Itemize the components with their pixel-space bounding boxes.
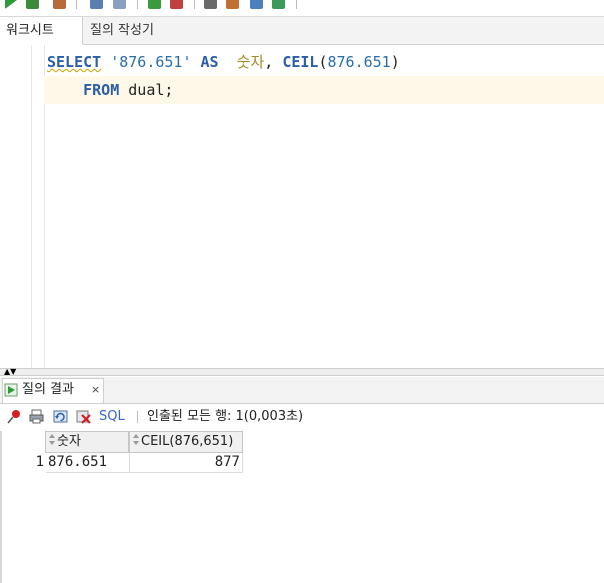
- history-icon[interactable]: [250, 0, 263, 9]
- sort-icon[interactable]: [133, 434, 139, 446]
- row-divider: [46, 472, 243, 473]
- sql-tuning-icon[interactable]: [204, 0, 217, 9]
- column-header-number[interactable]: 숫자: [45, 431, 129, 453]
- worksheet-toolbar: [0, 0, 604, 17]
- toolbar-separator: [296, 0, 297, 9]
- grid-cell[interactable]: 877: [130, 453, 243, 472]
- editor-line-2[interactable]: FROM dual;: [47, 78, 173, 102]
- run-script-icon[interactable]: [26, 0, 39, 9]
- column-header-label: CEIL(876,651): [141, 434, 234, 449]
- find-icon[interactable]: [272, 0, 285, 9]
- panel-splitter[interactable]: [0, 368, 604, 376]
- toolbar-separator: [76, 0, 77, 9]
- sql-link[interactable]: SQL: [99, 404, 125, 430]
- row-number-header: [2, 431, 45, 453]
- query-result-icon: [4, 383, 18, 397]
- run-statement-icon[interactable]: [5, 0, 17, 9]
- sort-icon[interactable]: [49, 434, 55, 446]
- string-literal: '876.651': [110, 53, 192, 71]
- numeric-literal: 876.651: [327, 53, 391, 71]
- tab-worksheet[interactable]: 워크시트: [0, 17, 83, 45]
- keyword-from: FROM: [83, 81, 120, 99]
- toolbar-separator: [137, 0, 138, 9]
- function-ceil: CEIL: [282, 53, 319, 71]
- rollback-icon[interactable]: [113, 0, 126, 9]
- editor-gutter-divider: [31, 45, 32, 368]
- tab-query-builder[interactable]: 질의 작성기: [84, 17, 184, 44]
- db-icon[interactable]: [53, 0, 66, 9]
- editor-line-1[interactable]: SELECT '876.651' AS 숫자, CEIL(876.651): [47, 50, 400, 74]
- explain-icon[interactable]: [148, 0, 161, 9]
- comma: ,: [264, 53, 274, 71]
- pin-icon[interactable]: [7, 409, 22, 424]
- format-icon[interactable]: [226, 0, 239, 9]
- column-header-ceil[interactable]: CEIL(876,651): [129, 431, 243, 453]
- delete-icon[interactable]: [76, 409, 91, 424]
- close-paren: ): [390, 53, 400, 71]
- print-icon[interactable]: [29, 409, 44, 424]
- splitter-arrows-icon[interactable]: ▲▼: [4, 367, 16, 376]
- table-dual: dual;: [128, 81, 174, 99]
- toolbar-separator: [194, 0, 195, 9]
- editor-tab-strip: 워크시트 질의 작성기: [0, 17, 604, 45]
- row-number: 1: [35, 454, 44, 470]
- result-tab-label: 질의 결과: [22, 382, 74, 397]
- close-tab-icon[interactable]: ×: [91, 377, 100, 403]
- refresh-icon[interactable]: [53, 409, 68, 424]
- toolbar-separator: [137, 411, 138, 423]
- column-alias: 숫자: [236, 53, 265, 71]
- commit-icon[interactable]: [90, 0, 103, 9]
- keyword-select: SELECT: [47, 53, 102, 71]
- fetch-status: 인출된 모든 행: 1(0,003초): [147, 409, 304, 424]
- grid-cell[interactable]: 876.651: [46, 453, 130, 472]
- autotrace-icon[interactable]: [170, 0, 183, 9]
- column-header-label: 숫자: [57, 434, 81, 449]
- keyword-as: AS: [200, 53, 219, 71]
